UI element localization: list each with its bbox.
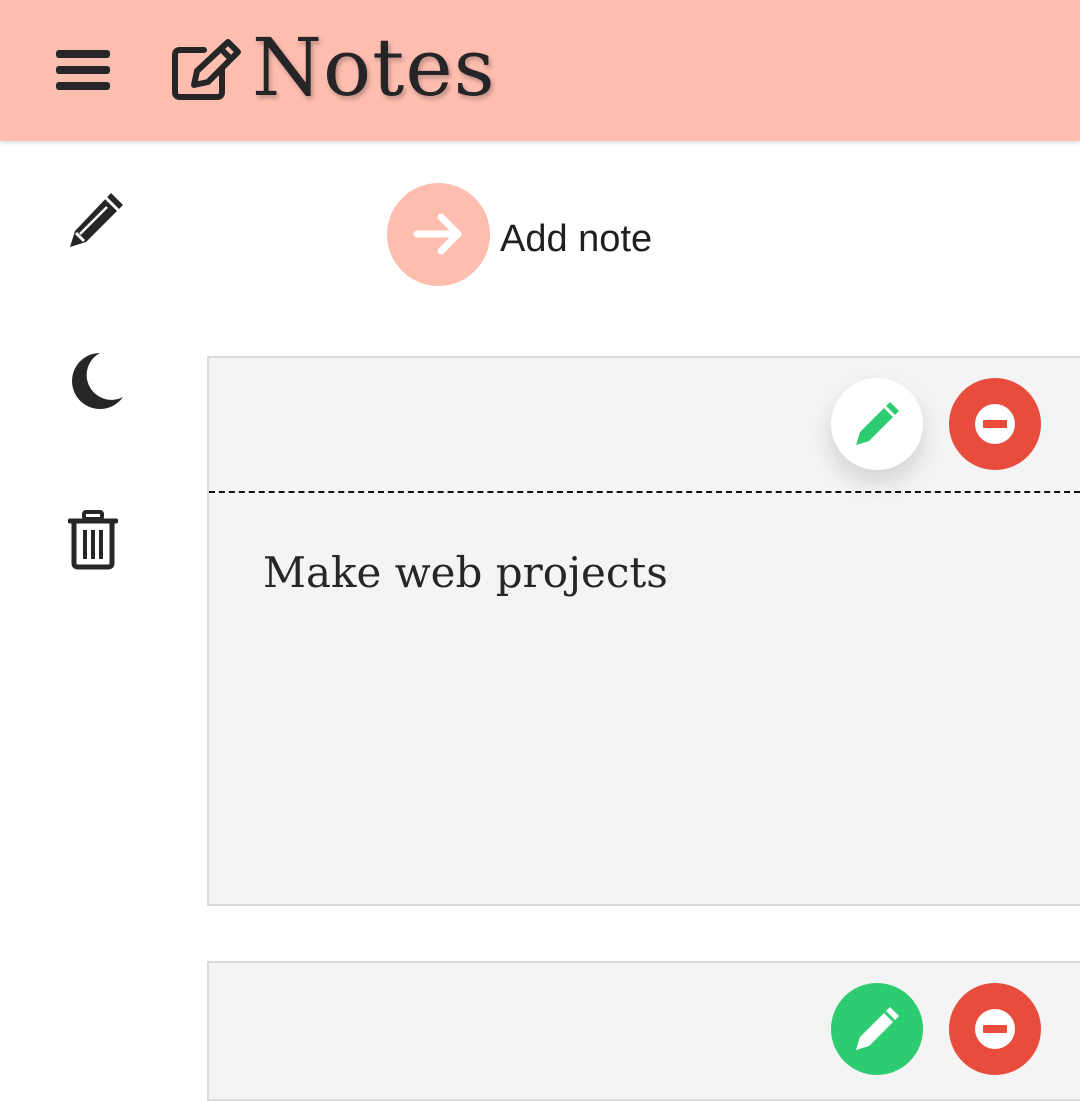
edit-note-button[interactable]	[831, 378, 923, 470]
hamburger-menu-icon[interactable]	[56, 46, 112, 94]
arrow-right-icon	[413, 213, 462, 255]
app-header: Notes	[0, 0, 1080, 141]
note-divider	[209, 491, 1080, 493]
pencil-icon	[856, 1007, 899, 1050]
trash-icon[interactable]	[67, 510, 119, 574]
edit-note-button[interactable]	[831, 983, 923, 1075]
note-text[interactable]: Make web projects	[263, 545, 668, 601]
delete-note-button[interactable]	[949, 378, 1041, 470]
pencil-icon[interactable]	[66, 190, 126, 254]
add-note-button[interactable]	[387, 183, 490, 286]
add-note-label[interactable]: Add note	[500, 215, 652, 263]
note-card: Make web projects	[207, 356, 1080, 906]
app-title: Notes	[252, 21, 496, 114]
note-card	[207, 961, 1080, 1101]
pencil-icon	[856, 402, 899, 445]
minus-circle-icon	[975, 1009, 1015, 1049]
moon-icon[interactable]	[70, 352, 126, 414]
delete-note-button[interactable]	[949, 983, 1041, 1075]
edit-note-icon	[170, 38, 242, 102]
minus-circle-icon	[975, 404, 1015, 444]
